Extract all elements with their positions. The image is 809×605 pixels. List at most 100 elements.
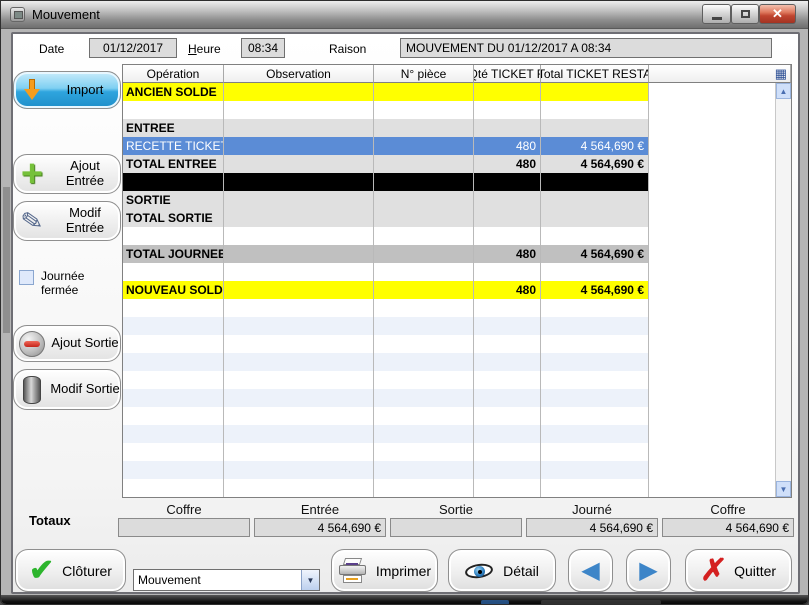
total-journe-label: Journé: [526, 502, 658, 517]
table-cell: [224, 83, 374, 101]
table-cell: [541, 209, 649, 227]
table-row[interactable]: [123, 353, 775, 371]
taskbar-glimpse: [481, 600, 509, 605]
total-journe-value: 4 564,690 €: [590, 521, 653, 535]
table-cell-filler: [649, 389, 775, 407]
table-cell: [474, 101, 541, 119]
table-cell: [541, 191, 649, 209]
column-header-5[interactable]: Total TICKET RESTA: [541, 65, 649, 83]
heure-label: Heure: [188, 42, 221, 56]
table-cell: 480: [474, 137, 541, 155]
window-bottom-edge: [1, 595, 809, 605]
vertical-scrollbar[interactable]: ▲ ▼: [775, 83, 791, 497]
scroll-up-icon[interactable]: ▲: [776, 83, 791, 99]
column-header-1[interactable]: Opération: [123, 65, 224, 83]
table-row[interactable]: [123, 173, 775, 191]
cloturer-button[interactable]: ✔ Clôturer: [15, 549, 126, 592]
table-cell: [123, 425, 224, 443]
table-cell: [541, 335, 649, 353]
table-cell: [224, 353, 374, 371]
table-row[interactable]: RECETTE TICKET R4804 564,690 €: [123, 137, 775, 155]
table-row[interactable]: [123, 389, 775, 407]
table-row[interactable]: [123, 407, 775, 425]
total-coffre1-label: Coffre: [118, 502, 250, 517]
table-cell: [374, 137, 474, 155]
table-cell-filler: [649, 479, 775, 497]
table-row[interactable]: TOTAL JOURNEE4804 564,690 €: [123, 245, 775, 263]
heure-field[interactable]: 08:34: [241, 38, 285, 58]
modif-sortie-label: Modif Sortie: [50, 382, 120, 397]
table-cell: [123, 227, 224, 245]
table-row[interactable]: NOUVEAU SOLDE4804 564,690 €: [123, 281, 775, 299]
heure-value: 08:34: [248, 41, 278, 55]
close-button[interactable]: ✕: [759, 4, 796, 24]
modif-sortie-button[interactable]: Modif Sortie: [13, 369, 121, 410]
column-header-3[interactable]: N° pièce: [374, 65, 474, 83]
ajout-sortie-button[interactable]: Ajout Sortie: [13, 325, 121, 362]
table-row[interactable]: TOTAL ENTREE4804 564,690 €: [123, 155, 775, 173]
table-row[interactable]: [123, 443, 775, 461]
previous-button[interactable]: ◀: [568, 549, 613, 592]
grid-settings-icon[interactable]: ▦: [775, 66, 787, 82]
total-sortie-label: Sortie: [390, 502, 522, 517]
quitter-button[interactable]: ✗ Quitter: [685, 549, 792, 592]
table-cell: [224, 227, 374, 245]
total-entree-field: 4 564,690 €: [254, 518, 386, 537]
table-row[interactable]: [123, 335, 775, 353]
table-cell: [224, 299, 374, 317]
table-cell: 480: [474, 281, 541, 299]
detail-button[interactable]: Détail: [448, 549, 556, 592]
table-cell: NOUVEAU SOLDE: [123, 281, 224, 299]
raison-field[interactable]: MOUVEMENT DU 01/12/2017 A 08:34: [400, 38, 772, 58]
table-row[interactable]: [123, 227, 775, 245]
table-row[interactable]: [123, 263, 775, 281]
table-cell: [374, 155, 474, 173]
date-field[interactable]: 01/12/2017: [89, 38, 177, 58]
table-cell-filler: [649, 461, 775, 479]
taskbar-glimpse: [541, 600, 661, 605]
total-entree-label: Entrée: [254, 502, 386, 517]
mouvement-combobox[interactable]: Mouvement ▼: [133, 569, 320, 591]
next-button[interactable]: ▶: [626, 549, 671, 592]
table-row[interactable]: [123, 371, 775, 389]
table-cell: [374, 353, 474, 371]
table-cell: [374, 407, 474, 425]
table-cell: [541, 299, 649, 317]
scroll-down-icon[interactable]: ▼: [776, 481, 791, 497]
table-cell-filler: [649, 173, 775, 191]
maximize-button[interactable]: [731, 4, 759, 24]
table-cell-filler: [649, 227, 775, 245]
table-cell: [374, 335, 474, 353]
table-cell: [224, 407, 374, 425]
table-cell: [374, 389, 474, 407]
table-row[interactable]: [123, 101, 775, 119]
minimize-button[interactable]: [702, 4, 731, 24]
imprimer-button[interactable]: Imprimer: [331, 549, 438, 592]
table-row[interactable]: SORTIE: [123, 191, 775, 209]
table-cell: [224, 191, 374, 209]
chevron-down-icon[interactable]: ▼: [301, 570, 319, 590]
journee-fermee-checkbox[interactable]: [19, 270, 34, 285]
table-row[interactable]: [123, 299, 775, 317]
title-bar[interactable]: Mouvement ✕: [1, 1, 809, 29]
modif-entree-button[interactable]: ✎ Modif Entrée: [13, 201, 121, 241]
column-header-2[interactable]: Observation: [224, 65, 374, 83]
table-cell: [474, 479, 541, 497]
table-cell: [224, 371, 374, 389]
table-row[interactable]: ENTREE: [123, 119, 775, 137]
table-row[interactable]: ANCIEN SOLDE: [123, 83, 775, 101]
table-row[interactable]: TOTAL SORTIE: [123, 209, 775, 227]
cylinder-icon: [14, 376, 50, 404]
import-button[interactable]: Import: [13, 71, 121, 109]
table-row[interactable]: [123, 461, 775, 479]
table-cell: [123, 407, 224, 425]
table-cell: 480: [474, 155, 541, 173]
table-cell: TOTAL SORTIE: [123, 209, 224, 227]
ajout-entree-button[interactable]: + Ajout Entrée: [13, 154, 121, 194]
table-row[interactable]: [123, 425, 775, 443]
table-cell: [474, 335, 541, 353]
table-row[interactable]: [123, 479, 775, 497]
table-cell: [474, 425, 541, 443]
column-header-4[interactable]: Qté TICKET R: [474, 65, 541, 83]
table-row[interactable]: [123, 317, 775, 335]
